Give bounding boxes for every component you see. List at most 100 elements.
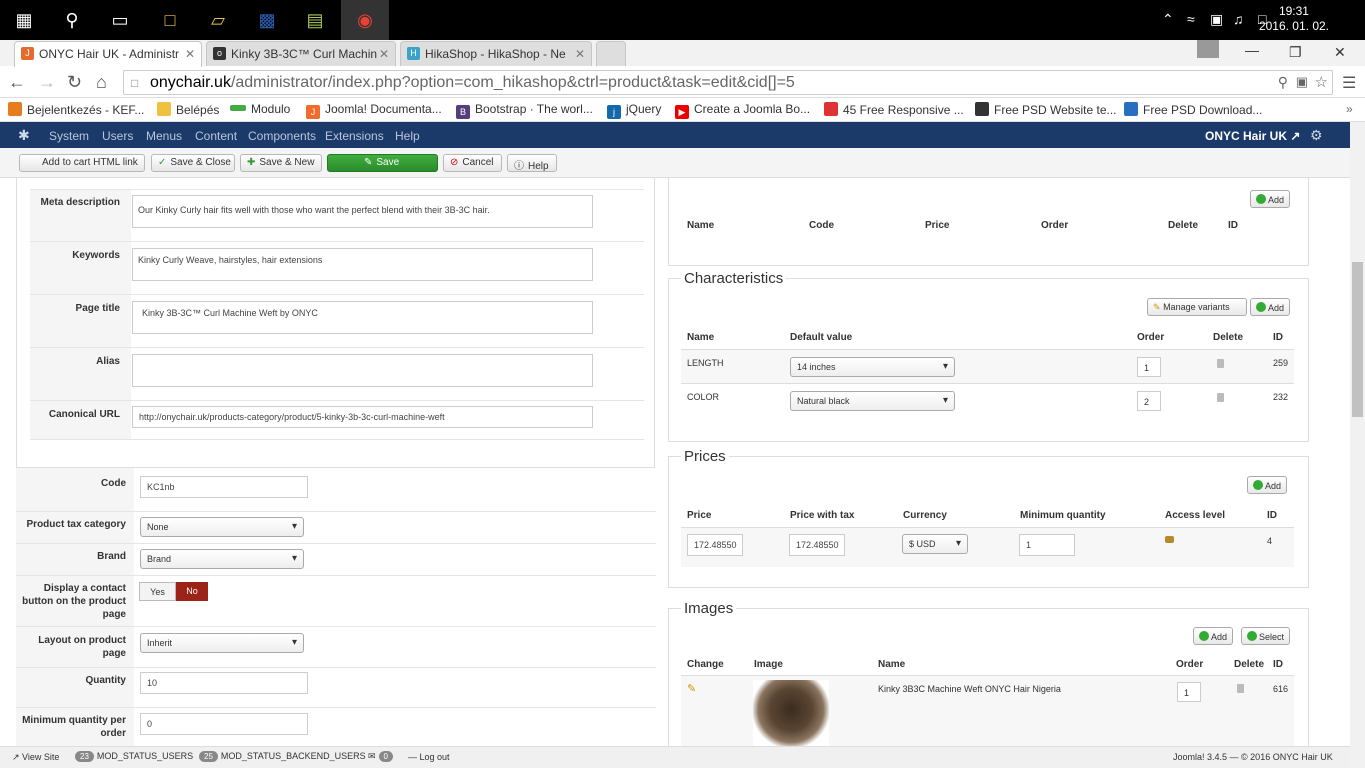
battery-icon[interactable]: ▣ bbox=[1210, 11, 1223, 28]
word-icon[interactable]: ▩ bbox=[243, 0, 291, 40]
notepad-icon[interactable]: ▤ bbox=[291, 0, 339, 40]
menu-help[interactable]: Help bbox=[395, 129, 420, 143]
code-field[interactable]: KC1nb bbox=[140, 476, 308, 498]
manage-variants-button[interactable]: ✎ Manage variants bbox=[1147, 298, 1247, 316]
char-value-select[interactable]: Natural black bbox=[790, 391, 955, 411]
price-with-tax-field[interactable]: 172.48550 bbox=[789, 534, 845, 556]
settings-gear-icon[interactable]: ⚙ bbox=[1310, 127, 1323, 144]
min-quantity-field[interactable]: 0 bbox=[140, 713, 308, 735]
order-field[interactable]: 1 bbox=[1177, 682, 1201, 702]
translate-icon[interactable]: ▣ bbox=[1296, 74, 1308, 90]
menu-components[interactable]: Components bbox=[248, 129, 316, 143]
close-icon[interactable]: ✕ bbox=[379, 47, 389, 61]
menu-users[interactable]: Users bbox=[102, 129, 133, 143]
profile-icon[interactable] bbox=[1197, 40, 1219, 58]
brand-select[interactable]: Brand bbox=[140, 549, 304, 569]
delete-icon[interactable] bbox=[1237, 684, 1244, 693]
chrome-menu-icon[interactable]: ☰ bbox=[1342, 73, 1356, 93]
logout-link[interactable]: — Log out bbox=[408, 752, 450, 762]
add-to-cart-link-button[interactable]: Add to cart HTML link bbox=[19, 154, 145, 172]
bookmark-item[interactable]: j jQuery bbox=[607, 102, 661, 119]
zoom-icon[interactable]: ⚲ bbox=[1278, 74, 1288, 91]
tab-hikashop[interactable]: H HikaShop - HikaShop - Ne ✕ bbox=[400, 41, 592, 66]
layout-select[interactable]: Inherit bbox=[140, 633, 304, 653]
bookmark-item[interactable]: Bejelentkezés - KEF... bbox=[8, 102, 144, 117]
order-field[interactable]: 2 bbox=[1137, 391, 1161, 411]
add-characteristic-button[interactable]: Add bbox=[1250, 298, 1291, 316]
clock[interactable]: 19:31 2016. 01. 02. bbox=[1259, 4, 1329, 34]
menu-extensions[interactable]: Extensions bbox=[325, 129, 384, 143]
add-related-button[interactable]: Add bbox=[1250, 190, 1291, 208]
add-image-button[interactable]: Add bbox=[1193, 627, 1234, 645]
cancel-button[interactable]: ⊘ Cancel bbox=[443, 154, 502, 172]
joomla-logo-icon[interactable]: ✱ bbox=[18, 127, 30, 144]
bookmark-star-icon[interactable]: ☆ bbox=[1315, 73, 1328, 91]
bookmark-item[interactable]: J Joomla! Documenta... bbox=[306, 102, 442, 119]
close-icon[interactable]: ✕ bbox=[575, 47, 585, 61]
chrome-icon[interactable]: ◉ bbox=[341, 0, 389, 40]
menu-system[interactable]: System bbox=[49, 129, 89, 143]
price-field[interactable]: 172.48550 bbox=[687, 534, 743, 556]
quantity-field[interactable]: 10 bbox=[140, 672, 308, 694]
delete-icon[interactable] bbox=[1217, 393, 1224, 402]
keywords-field[interactable]: Kinky Curly Weave, hairstyles, hair exte… bbox=[132, 248, 593, 281]
chevron-up-icon[interactable]: ⌃ bbox=[1162, 11, 1174, 28]
new-tab-button[interactable] bbox=[596, 41, 626, 66]
bookmark-item[interactable]: Free PSD Website te... bbox=[975, 102, 1117, 117]
messages-status[interactable]: ✉ 0 bbox=[368, 751, 396, 762]
window-close-icon[interactable]: ✕ bbox=[1334, 44, 1346, 61]
tab-onyc-admin[interactable]: J ONYC Hair UK - Administr ✕ bbox=[14, 41, 202, 67]
tab-kinky-product[interactable]: o Kinky 3B-3C™ Curl Machin ✕ bbox=[206, 41, 396, 66]
minimize-icon[interactable]: — bbox=[1245, 42, 1259, 58]
bookmark-item[interactable]: ▶ Create a Joomla Bo... bbox=[675, 102, 810, 119]
help-button[interactable]: ⓘ Help bbox=[507, 154, 557, 172]
maximize-icon[interactable]: ❐ bbox=[1289, 44, 1302, 61]
site-name-link[interactable]: ONYC Hair UK ↗ bbox=[1205, 129, 1300, 143]
min-qty-field[interactable]: 1 bbox=[1019, 534, 1075, 556]
close-icon[interactable]: ✕ bbox=[185, 47, 195, 61]
delete-icon[interactable] bbox=[1217, 359, 1224, 368]
scrollbar-thumb[interactable] bbox=[1352, 262, 1363, 417]
users-icon[interactable] bbox=[1165, 536, 1174, 543]
edit-icon[interactable]: ✎ bbox=[687, 682, 696, 695]
alias-field[interactable] bbox=[132, 354, 593, 387]
more-bookmarks-icon[interactable]: » bbox=[1346, 102, 1353, 116]
save-button[interactable]: ✎ Save bbox=[327, 154, 438, 172]
forward-icon[interactable]: → bbox=[38, 72, 56, 93]
menu-content[interactable]: Content bbox=[195, 129, 237, 143]
bookmark-item[interactable]: Free PSD Download... bbox=[1124, 102, 1262, 117]
meta-description-field[interactable]: Our Kinky Curly hair fits well with thos… bbox=[132, 195, 593, 228]
save-close-button[interactable]: ✓ Save & Close bbox=[151, 154, 235, 172]
volume-icon[interactable]: ♫ bbox=[1233, 11, 1244, 27]
no-toggle[interactable]: No bbox=[176, 582, 208, 601]
page-title-field[interactable]: Kinky 3B-3C™ Curl Machine Weft by ONYC bbox=[132, 301, 593, 334]
save-new-button[interactable]: ✚ Save & New bbox=[240, 154, 322, 172]
url-input[interactable]: □ onychair.uk/administrator/index.php?op… bbox=[123, 70, 1333, 95]
view-site-link[interactable]: ↗ View Site bbox=[12, 752, 59, 763]
select-image-button[interactable]: Select bbox=[1241, 627, 1291, 645]
home-icon[interactable]: ⌂ bbox=[96, 72, 107, 93]
menu-menus[interactable]: Menus bbox=[146, 129, 182, 143]
order-field[interactable]: 1 bbox=[1137, 357, 1161, 377]
bookmark-item[interactable]: 45 Free Responsive ... bbox=[824, 102, 964, 117]
char-value-select[interactable]: 14 inches bbox=[790, 357, 955, 377]
page-scrollbar[interactable] bbox=[1350, 122, 1365, 768]
tax-category-select[interactable]: None bbox=[140, 517, 304, 537]
add-price-button[interactable]: Add bbox=[1247, 476, 1288, 494]
page-info-icon[interactable]: □ bbox=[131, 76, 138, 90]
windows-start-icon[interactable]: ▦ bbox=[0, 0, 48, 40]
bookmark-item[interactable]: B Bootstrap · The worl... bbox=[456, 102, 593, 119]
task-view-icon[interactable]: ▭ bbox=[96, 0, 144, 40]
bookmark-item[interactable]: Belépés bbox=[157, 102, 219, 117]
wifi-icon[interactable]: ≈ bbox=[1187, 11, 1195, 27]
bookmark-item[interactable]: Modulo bbox=[230, 102, 290, 116]
yes-toggle[interactable]: Yes bbox=[139, 582, 176, 601]
back-icon[interactable]: ← bbox=[8, 72, 26, 93]
canonical-url-field[interactable]: http://onychair.uk/products-category/pro… bbox=[132, 406, 593, 428]
currency-select[interactable]: $ USD bbox=[902, 534, 968, 554]
reload-icon[interactable]: ↻ bbox=[67, 72, 82, 93]
product-thumbnail[interactable] bbox=[753, 680, 829, 746]
file-explorer-icon[interactable]: □ bbox=[146, 0, 194, 40]
photos-folder-icon[interactable]: ▱ bbox=[194, 0, 242, 40]
search-icon[interactable]: ⚲ bbox=[48, 0, 96, 40]
